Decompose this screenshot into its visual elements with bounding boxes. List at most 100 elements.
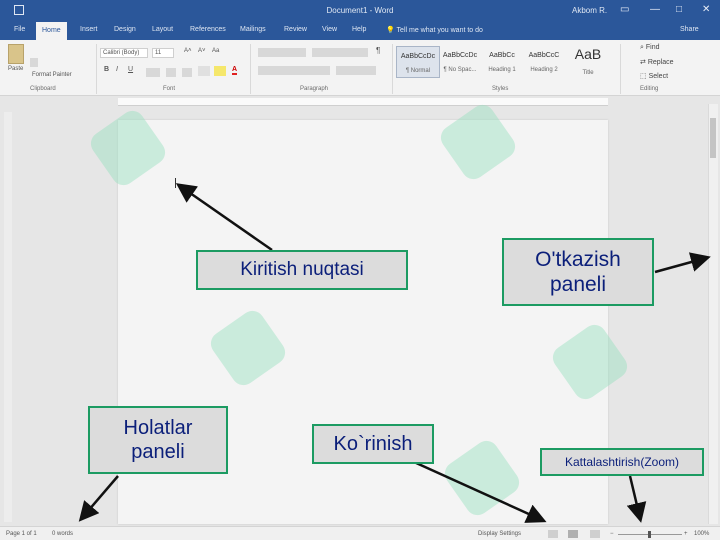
tell-me-text: Tell me what you want to do [396,27,483,34]
font-size-select[interactable]: 11 [152,48,174,58]
scrollbar-arrow [654,252,711,274]
show-marks-icon[interactable]: ¶ [376,46,380,55]
text-effects-icon[interactable] [198,66,210,76]
subscript-icon[interactable] [166,68,176,77]
status-bar: Page 1 of 1 0 words Display Settings − +… [0,526,720,540]
tab-file[interactable]: File [14,26,25,33]
change-case-icon[interactable]: Aa [212,48,219,54]
callout-zoom-text: Kattalashtirish(Zoom) [564,454,680,469]
scrollbar-thumb[interactable] [710,118,716,158]
style-sample: AaBbCcC [528,52,560,59]
callout-view: Ko`rinish [312,424,434,464]
callout-zoom: Kattalashtirish(Zoom) [540,448,704,476]
ribbon: Paste Format Painter Clipboard Calibri (… [0,40,720,96]
replace-button[interactable]: ⇄ Replace [640,58,674,66]
style-item[interactable]: AaBbCc Heading 1 [480,46,524,78]
tab-design[interactable]: Design [114,26,136,33]
format-painter-button[interactable]: Format Painter [32,72,72,78]
zoom-arrow [626,475,647,523]
font-color-icon[interactable]: A [232,66,238,75]
vertical-ruler[interactable] [4,112,12,522]
select-label: Select [648,73,669,80]
superscript-icon[interactable] [182,68,192,77]
horizontal-ruler[interactable] [118,98,608,106]
display-settings-button[interactable]: Display Settings [478,531,521,537]
style-sample: AaB [574,46,602,62]
tab-references[interactable]: References [190,26,226,33]
callout-view-text: Ko`rinish [333,433,413,455]
user-name[interactable]: Akbom R. [572,6,607,15]
minimize-icon[interactable]: — [650,4,660,15]
style-item[interactable]: AaBbCcDc ¶ Normal [396,46,440,78]
find-button[interactable]: ⌕ Find [640,44,660,52]
callout-insertion-point-text: Kiritish nuqtasi [240,258,364,280]
spacing-shading-buttons[interactable] [336,66,376,75]
callout-statusbar-line2: paneli [131,441,185,463]
alignment-buttons[interactable] [258,66,330,75]
tab-insert[interactable]: Insert [80,26,98,33]
document-title: Document1 - Word [326,6,394,15]
find-label: Find [645,44,660,51]
tell-me-search[interactable]: 💡 Tell me what you want to do [386,26,483,34]
tab-view[interactable]: View [322,26,337,33]
tab-review[interactable]: Review [284,26,307,33]
statusbar-arrow [78,475,119,522]
lightbulb-icon: 💡 [386,27,395,34]
grow-font-icon[interactable]: A˄ [184,48,192,54]
style-item[interactable]: AaB Title [566,46,610,78]
styles-group-label: Styles [492,86,509,92]
strikethrough-icon[interactable] [146,68,160,77]
share-button[interactable]: Share [680,26,699,33]
copy-icon[interactable] [30,58,38,67]
word-count[interactable]: 0 words [52,531,73,537]
zoom-in-icon[interactable]: + [684,531,688,537]
ribbon-tabs: File Home Insert Design Layout References Mail… [0,22,720,40]
web-layout-button[interactable] [590,530,600,538]
print-layout-button[interactable] [568,530,578,538]
tab-mailings[interactable]: Mailings [240,26,266,33]
callout-scrollbar-line1: O'tkazish [535,247,621,271]
vertical-scrollbar[interactable] [708,104,718,524]
font-group-label: Font [163,86,176,92]
page-count[interactable]: Page 1 of 1 [6,531,37,537]
maximize-icon[interactable]: □ [676,4,682,15]
paste-button[interactable]: Paste [8,66,23,72]
font-name-select[interactable]: Calibri (Body) [100,48,148,58]
style-sample: AaBbCcDc [442,52,478,59]
callout-statusbar: Holatlar paneli [88,406,228,474]
style-sample: AaBbCcDc [400,53,436,60]
zoom-slider-handle[interactable] [648,531,651,538]
list-buttons[interactable] [258,48,306,57]
tab-home[interactable]: Home [36,22,67,40]
underline-icon[interactable]: U [128,66,133,73]
callout-statusbar-line1: Holatlar [123,417,193,439]
style-item[interactable]: AaBbCcDc ¶ No Spac... [438,46,482,78]
style-item[interactable]: AaBbCcC Heading 2 [522,46,566,78]
paste-icon[interactable] [8,44,24,64]
read-mode-button[interactable] [548,530,558,538]
select-button[interactable]: ⬚ Select [640,72,668,80]
style-name: ¶ Normal [405,68,431,74]
ribbon-display-icon[interactable]: ▭ [620,4,629,15]
style-sample: AaBbCc [489,52,515,59]
title-bar: Document1 - Word Akbom R. ▭ — □ ✕ [0,0,720,22]
zoom-out-icon[interactable]: − [610,531,614,537]
zoom-level[interactable]: 100% [694,531,709,537]
italic-icon[interactable]: I [116,66,118,73]
tab-help[interactable]: Help [352,26,366,33]
clipboard-group-label: Clipboard [30,86,56,92]
style-name: Heading 2 [530,67,558,73]
shrink-font-icon[interactable]: A˅ [198,48,206,54]
style-name: Heading 1 [488,67,516,73]
tab-layout[interactable]: Layout [152,26,173,33]
style-name: Title [582,70,594,76]
paragraph-group-label: Paragraph [300,86,329,92]
indent-sort-buttons[interactable] [312,48,368,57]
callout-scrollbar-line2: paneli [549,273,607,296]
highlight-icon[interactable] [214,66,226,76]
style-name: ¶ No Spac... [443,67,477,73]
close-icon[interactable]: ✕ [702,4,710,15]
callout-scrollbar: O'tkazish paneli [502,238,654,306]
bold-icon[interactable]: B [104,66,109,73]
insertion-point [175,178,176,188]
